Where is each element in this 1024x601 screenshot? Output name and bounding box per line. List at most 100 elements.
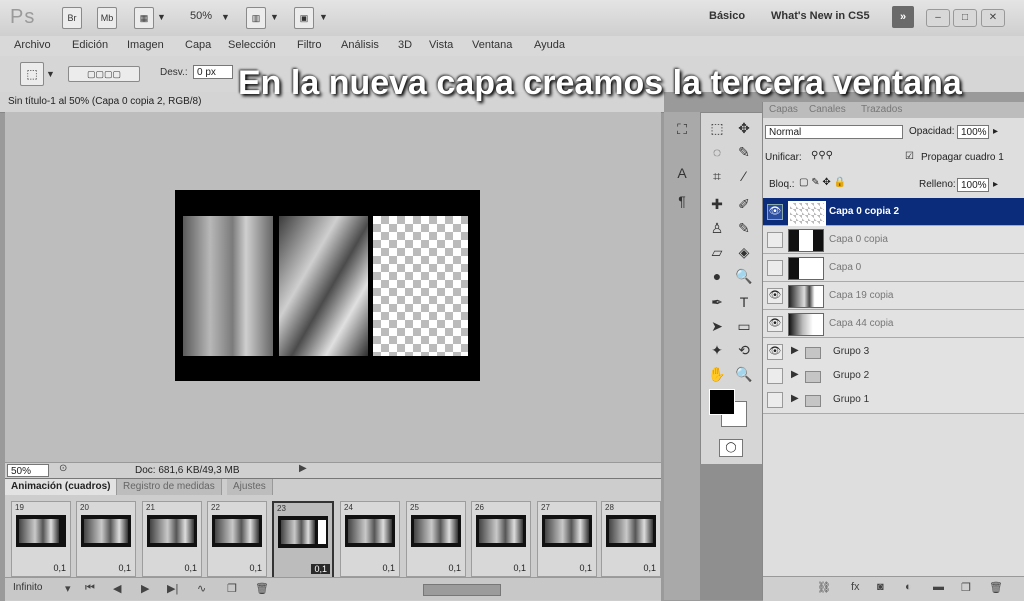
eraser-icon[interactable]: ▱ (706, 241, 728, 263)
animation-frame[interactable]: 25 0,1 (406, 501, 466, 577)
animation-frame[interactable]: 19 0,1 (11, 501, 71, 577)
tab-paths[interactable]: Trazados (861, 104, 902, 115)
tab-measurement-log[interactable]: Registro de medidas (117, 479, 222, 495)
frame-delay[interactable]: 0,1 (53, 563, 66, 573)
expand-arrow-icon[interactable]: ▶ (791, 369, 799, 380)
layer-row[interactable]: 👁 Capa 19 copia (763, 282, 1024, 310)
history-icon[interactable]: ⛶ (671, 118, 693, 140)
tween-icon[interactable]: ∿ (197, 582, 206, 595)
group-row[interactable]: ▶ Grupo 1 (763, 386, 1024, 414)
frame-delay[interactable]: 0,1 (249, 563, 262, 573)
menu-ventana[interactable]: Ventana (472, 39, 512, 51)
minimize-button[interactable]: – (926, 9, 950, 27)
workspace-basic[interactable]: Básico (709, 10, 745, 22)
link-layers-icon[interactable]: ⛓ (817, 581, 831, 594)
menu-3d[interactable]: 3D (398, 39, 412, 51)
3d-orbit-icon[interactable]: ⟲ (733, 339, 755, 361)
animation-frame[interactable]: 22 0,1 (207, 501, 267, 577)
chevron-down-icon[interactable]: ▼ (157, 12, 166, 22)
zoom-level[interactable]: 50% (190, 10, 212, 22)
view-extras-button[interactable]: ▦ (134, 7, 154, 29)
animation-frame[interactable]: 20 0,1 (76, 501, 136, 577)
frame-delay[interactable]: 0,1 (513, 563, 526, 573)
layer-mask-icon[interactable]: ◙ (877, 581, 884, 593)
blend-mode-select[interactable]: Normal (765, 125, 903, 139)
frame-delay[interactable]: 0,1 (579, 563, 592, 573)
chevron-right-icon[interactable]: ▸ (993, 179, 998, 190)
blur-tool-icon[interactable]: ● (706, 265, 728, 287)
animation-frame[interactable]: 27 0,1 (537, 501, 597, 577)
chevron-down-icon[interactable]: ▼ (46, 69, 55, 79)
loop-select[interactable]: Infinito (13, 582, 42, 593)
magic-wand-icon[interactable]: ✎ (733, 141, 755, 163)
lock-icons[interactable]: ▢ ✎ ✥ 🔒 (799, 177, 846, 188)
3d-rotate-icon[interactable]: ✦ (706, 339, 728, 361)
checkbox-icon[interactable]: ☑ (905, 151, 914, 162)
eye-icon[interactable]: 👁 (767, 344, 783, 360)
eyedropper-icon[interactable]: ⁄ (733, 165, 755, 187)
workspace-whats-new[interactable]: What's New in CS5 (771, 10, 870, 22)
brush-tool-icon[interactable]: ✐ (733, 193, 755, 215)
frames-scrollbar[interactable] (423, 584, 501, 596)
chevron-right-icon[interactable]: ▸ (993, 126, 998, 137)
pen-tool-icon[interactable]: ✒ (706, 291, 728, 313)
fill-input[interactable]: 100% (957, 178, 989, 192)
type-tool-icon[interactable]: T (733, 291, 755, 313)
hand-tool-icon[interactable]: ✋ (706, 363, 728, 385)
visibility-toggle[interactable] (767, 232, 783, 248)
close-button[interactable]: ✕ (981, 9, 1005, 27)
eye-icon[interactable]: 👁 (767, 316, 783, 332)
history-brush-icon[interactable]: ✎ (733, 217, 755, 239)
zoom-field[interactable]: 50% (7, 464, 49, 477)
tab-adjustments[interactable]: Ajustes (227, 479, 273, 495)
path-selection-icon[interactable]: ➤ (706, 315, 728, 337)
opacity-input[interactable]: 100% (957, 125, 989, 139)
status-icon[interactable]: ⊙ (59, 463, 67, 474)
frame-delay[interactable]: 0,1 (311, 564, 330, 574)
animation-frame[interactable]: 21 0,1 (142, 501, 202, 577)
menu-archivo[interactable]: Archivo (14, 39, 51, 51)
expand-arrow-icon[interactable]: ▶ (791, 345, 799, 356)
animation-frame[interactable]: 24 0,1 (340, 501, 400, 577)
zoom-tool-icon[interactable]: 🔍 (733, 363, 755, 385)
next-frame-icon[interactable]: ▶| (167, 582, 178, 595)
foreground-color-swatch[interactable] (709, 389, 735, 415)
chevron-down-icon[interactable]: ▼ (270, 12, 279, 22)
dodge-tool-icon[interactable]: 🔍 (733, 265, 755, 287)
animation-frame[interactable]: 26 0,1 (471, 501, 531, 577)
frame-delay[interactable]: 0,1 (448, 563, 461, 573)
layer-row[interactable]: 👁 Capa 44 copia (763, 310, 1024, 338)
layer-style-icon[interactable]: fx (851, 581, 860, 593)
minibridge-button[interactable]: Mb (97, 7, 117, 29)
selection-mode-buttons[interactable]: ▢▢▢▢ (68, 66, 140, 82)
menu-edicion[interactable]: Edición (72, 39, 108, 51)
tab-layers[interactable]: Capas (769, 104, 798, 115)
menu-vista[interactable]: Vista (429, 39, 453, 51)
marquee-tool-preset[interactable]: ⬚ (20, 62, 44, 86)
frame-delay[interactable]: 0,1 (382, 563, 395, 573)
character-icon[interactable]: A (671, 162, 693, 184)
layer-row[interactable]: 👁 Capa 0 copia 2 (763, 198, 1024, 226)
new-layer-icon[interactable]: ❐ (961, 581, 971, 594)
menu-filtro[interactable]: Filtro (297, 39, 321, 51)
bridge-button[interactable]: Br (62, 7, 82, 29)
eye-icon[interactable]: 👁 (767, 288, 783, 304)
menu-seleccion[interactable]: Selección (228, 39, 276, 51)
quick-mask-button[interactable]: ◯ (719, 439, 743, 457)
marquee-tool-icon[interactable]: ⬚ (706, 117, 728, 139)
status-menu-arrow-icon[interactable]: ▶ (299, 463, 307, 474)
healing-brush-icon[interactable]: ✚ (706, 193, 728, 215)
duplicate-frame-icon[interactable]: ❐ (227, 582, 237, 595)
menu-imagen[interactable]: Imagen (127, 39, 164, 51)
delete-frame-icon[interactable]: 🗑 (255, 582, 269, 595)
eye-icon[interactable]: 👁 (767, 204, 783, 220)
screen-mode-button[interactable]: ▣ (294, 7, 314, 29)
play-icon[interactable]: ▶ (141, 582, 149, 595)
shape-tool-icon[interactable]: ▭ (733, 315, 755, 337)
feather-input[interactable]: 0 px (193, 65, 233, 79)
frame-delay[interactable]: 0,1 (643, 563, 656, 573)
layer-row[interactable]: Capa 0 (763, 254, 1024, 282)
previous-frame-icon[interactable]: ◀ (113, 582, 121, 595)
animation-frame[interactable]: 28 0,1 (601, 501, 661, 577)
frame-delay[interactable]: 0,1 (184, 563, 197, 573)
